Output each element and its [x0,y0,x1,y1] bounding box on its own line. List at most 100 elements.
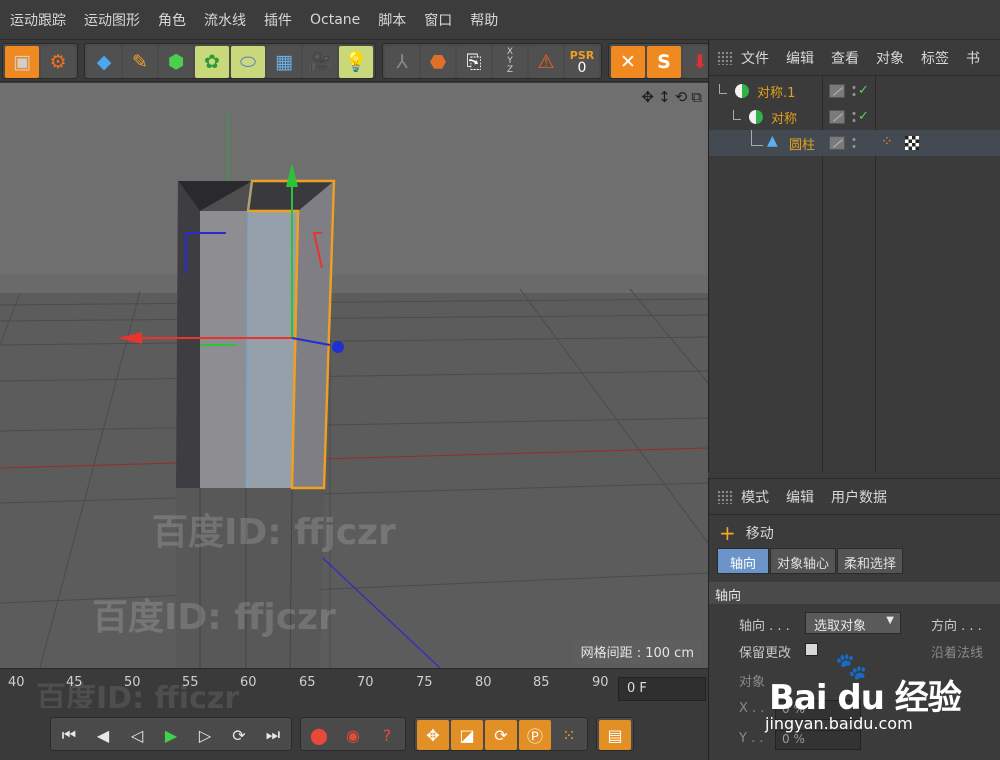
prev-frame-button[interactable]: ◁ [121,720,153,750]
key-help-button[interactable]: ? [371,720,403,750]
timeline-button[interactable]: ▤ [599,720,631,750]
x-label: X . . [739,701,765,716]
axis-xyz-button[interactable]: X Y Z [493,45,527,78]
key-scale-button[interactable]: ◪ [451,720,483,750]
menu-mograph[interactable]: 运动图形 [84,10,140,30]
grip-icon[interactable] [717,489,733,504]
tick-75: 75 [416,675,433,690]
object-row-symmetry[interactable]: 对称 ✓ [709,104,1000,130]
light-button[interactable]: 💡 [339,45,373,78]
menu-window[interactable]: 窗口 [424,10,452,30]
object-name[interactable]: 对称.1 [757,82,795,101]
om-menu-tags[interactable]: 标签 [921,48,949,68]
coordinate-button[interactable]: ⎘ [457,45,491,78]
menu-plugins[interactable]: 插件 [264,10,292,30]
cube-icon: ◆ [96,50,112,73]
chevron-down-icon: ▼ [886,615,894,626]
lightbulb-icon: 💡 [344,51,368,73]
dolly-icon[interactable]: ↕ [658,88,671,106]
floor-button[interactable]: ▦ [267,45,301,78]
clapper-gear-icon: ⚙ [49,50,67,73]
tick-40: 40 [8,675,25,690]
grip-icon[interactable] [717,50,733,65]
next-key-icon: ⟳ [232,725,246,745]
am-menu-user-data[interactable]: 用户数据 [831,487,887,507]
warning-button[interactable]: ⚠ [529,45,563,78]
om-menu-objects[interactable]: 对象 [876,48,904,68]
rotate-icon: ⟳ [494,725,508,745]
pen-button[interactable]: ✎ [123,45,157,78]
rotate-view-icon[interactable]: ⟲ [675,88,688,106]
texture-tag-icon[interactable] [905,136,919,150]
am-menu-mode[interactable]: 模式 [741,487,769,507]
om-menu-view[interactable]: 查看 [831,48,859,68]
cube-button[interactable]: ◆ [87,45,121,78]
layer-icon[interactable] [829,136,845,150]
timeline-ruler[interactable]: 40 45 50 55 60 65 70 75 80 85 90 0 F 百度I… [0,668,708,716]
record-button[interactable]: ⬤ [303,720,335,750]
s-logo-icon: S [657,50,671,73]
step-forward-icon: ▷ [198,725,212,745]
next-frame-button[interactable]: ▷ [189,720,221,750]
tab-axis[interactable]: 轴向 [717,548,770,574]
current-frame-field[interactable]: 0 F [618,677,706,701]
layer-icon[interactable] [829,110,845,124]
menu-octane[interactable]: Octane [310,12,360,28]
auto-key-button[interactable]: ◉ [337,720,369,750]
render-region-button[interactable]: ▣ [5,45,39,78]
tick-80: 80 [475,675,492,690]
key-rotation-button[interactable]: ⟳ [485,720,517,750]
skip-end-icon: ⏭ [265,725,281,744]
goto-start-button[interactable]: ⏮ [53,720,85,750]
om-menu-bookmarks[interactable]: 书 [966,48,980,68]
menu-help[interactable]: 帮助 [470,10,498,30]
render-icon: ▣ [13,50,31,73]
play-button[interactable]: ▶ [155,720,187,750]
key-param-button[interactable]: Ⓟ [519,720,551,750]
om-menu-file[interactable]: 文件 [741,48,769,68]
ik-button[interactable]: ⅄ [385,45,419,78]
goto-end-button[interactable]: ⏭ [257,720,289,750]
array-button[interactable]: ✿ [195,45,229,78]
flower-icon: ✿ [204,50,220,73]
enabled-check-icon[interactable]: ✓ [858,83,869,98]
tab-object-axis[interactable]: 对象轴心 [770,548,837,574]
axis-select[interactable]: 选取对象 ▼ [805,612,901,634]
object-name[interactable]: 圆柱 [789,134,815,153]
deformer-button[interactable]: ⬭ [231,45,265,78]
prev-key-button[interactable]: ◀ [87,720,119,750]
object-tool-button[interactable]: ⬣ [421,45,455,78]
menu-pipeline[interactable]: 流水线 [204,10,246,30]
render-settings-button[interactable]: ⚙ [41,45,75,78]
layer-icon[interactable] [829,84,845,98]
object-row-symmetry-1[interactable]: 对称.1 ✓ [709,78,1000,104]
3d-viewport[interactable]: ✥ ↕ ⟲ ⧉ 百度ID: ffjczr 百度ID: ffjczr 网格间距 :… [0,83,708,668]
menu-character[interactable]: 角色 [158,10,186,30]
prev-key-icon: ◀ [96,725,110,745]
phong-tag-icon[interactable]: ⁘ [881,134,893,150]
camera-button[interactable]: 🎥 [303,45,337,78]
tab-soft-selection[interactable]: 柔和选择 [837,548,904,574]
visibility-dots[interactable] [851,136,857,150]
key-points-button[interactable]: ⁙ [553,720,585,750]
move-view-icon[interactable]: ✥ [642,88,655,106]
psr-button[interactable]: PSR 0 [565,45,599,78]
am-menu-edit[interactable]: 编辑 [786,487,814,507]
s-plugin-button[interactable]: S [647,45,681,78]
box-arrow-icon: ⬣ [429,50,447,73]
visibility-dots[interactable] [851,84,857,98]
menu-motion-tracking[interactable]: 运动跟踪 [10,10,66,30]
key-position-button[interactable]: ✥ [417,720,449,750]
tree-expand-icon[interactable] [719,84,727,94]
next-key-button[interactable]: ⟳ [223,720,255,750]
maximize-view-icon[interactable]: ⧉ [691,88,702,106]
object-name[interactable]: 对称 [771,108,797,127]
object-row-cylinder[interactable]: ▲ 圆柱 ⁘ [709,130,1000,156]
snap-button[interactable]: ✕ [611,45,645,78]
visibility-dots[interactable] [851,110,857,124]
subdivision-button[interactable]: ⬢ [159,45,193,78]
tree-expand-icon[interactable] [733,110,741,120]
om-menu-edit[interactable]: 编辑 [786,48,814,68]
menu-script[interactable]: 脚本 [378,10,406,30]
enabled-check-icon[interactable]: ✓ [858,109,869,124]
